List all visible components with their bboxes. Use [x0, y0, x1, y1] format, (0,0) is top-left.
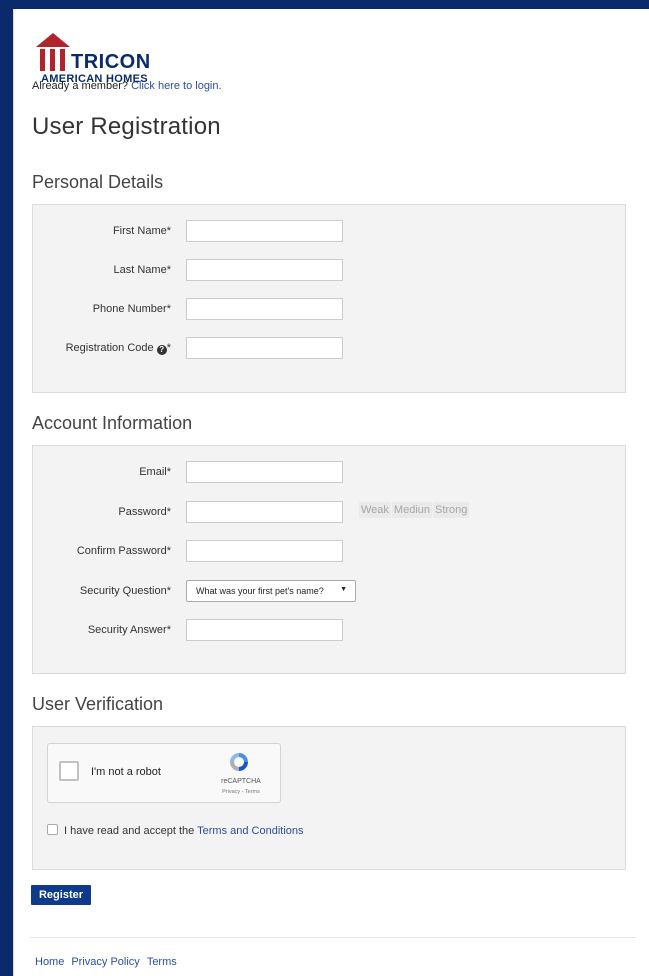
registration-code-input[interactable]: [186, 337, 343, 359]
recaptcha-checkbox[interactable]: [59, 761, 79, 781]
footer-terms-link[interactable]: Terms: [147, 956, 177, 968]
user-verification-panel: I'm not a robot reCAPTCHA Privacy - Term…: [32, 726, 626, 870]
first-name-label: First Name*: [112, 225, 171, 237]
registration-code-text: Registration Code: [65, 342, 154, 354]
phone-row: Phone Number*: [33, 298, 625, 322]
footer-divider: [30, 937, 636, 938]
phone-label: Phone Number*: [92, 303, 171, 315]
email-row: Email*: [33, 461, 625, 485]
last-name-row: Last Name*: [33, 259, 625, 283]
security-answer-input[interactable]: [186, 619, 343, 641]
login-prompt: Already a member? Click here to login.: [32, 80, 222, 92]
security-answer-row: Security Answer*: [33, 619, 625, 643]
caret-down-icon: ▼: [340, 586, 347, 593]
strength-medium: Mediun: [391, 502, 432, 518]
required-mark: *: [166, 342, 171, 354]
footer-home-link[interactable]: Home: [35, 956, 64, 968]
email-label: Email*: [139, 466, 171, 478]
brand-name: TRICON: [71, 51, 151, 73]
account-information-panel: Email* Password* Weak Mediun Strong Confir…: [32, 445, 626, 674]
help-icon[interactable]: ?: [156, 345, 167, 355]
security-answer-label: Security Answer*: [87, 624, 171, 636]
terms-row: I have read and accept the Terms and Con…: [47, 824, 304, 837]
recaptcha-widget: I'm not a robot reCAPTCHA Privacy - Term…: [47, 743, 281, 803]
password-label: Password*: [118, 506, 171, 518]
terms-link[interactable]: Terms and Conditions: [197, 825, 303, 837]
email-input[interactable]: [186, 461, 343, 483]
top-bar: [0, 0, 649, 6]
confirm-password-row: Confirm Password*: [33, 540, 625, 564]
first-name-row: First Name*: [33, 220, 625, 244]
security-question-row: Security Question* What was your first p…: [33, 580, 625, 604]
user-verification-heading: User Verification: [32, 694, 164, 714]
registration-page: TRICON AMERICAN HOMES Already a member? …: [13, 9, 649, 976]
password-strength-meter: Weak Mediun Strong: [359, 502, 470, 518]
confirm-password-label: Confirm Password*: [76, 545, 171, 557]
security-question-select[interactable]: What was your first pet's name? ▼: [186, 580, 356, 602]
phone-input[interactable]: [186, 298, 343, 320]
first-name-input[interactable]: [186, 220, 343, 242]
security-question-label: Security Question*: [79, 585, 171, 597]
recaptcha-icon: [230, 753, 248, 771]
login-link[interactable]: Click here to login.: [131, 80, 222, 92]
confirm-password-input[interactable]: [186, 540, 343, 562]
recaptcha-brand: reCAPTCHA: [221, 778, 261, 785]
last-name-input[interactable]: [186, 259, 343, 281]
password-row: Password* Weak Mediun Strong: [33, 501, 625, 525]
registration-code-row: Registration Code ? *: [33, 337, 625, 361]
footer-links: Home Privacy Policy Terms: [35, 956, 184, 968]
personal-details-heading: Personal Details: [32, 172, 164, 192]
terms-prefix: I have read and accept the: [64, 825, 195, 837]
strength-weak: Weak: [359, 502, 391, 518]
register-button[interactable]: Register: [31, 885, 91, 905]
security-question-value: What was your first pet's name?: [196, 586, 324, 596]
registration-code-label: Registration Code ? *: [66, 342, 171, 355]
personal-details-panel: First Name* Last Name* Phone Number* Reg…: [32, 204, 626, 393]
password-input[interactable]: [186, 501, 343, 523]
left-bar: [0, 0, 6, 976]
account-information-heading: Account Information: [32, 413, 193, 433]
login-prefix: Already a member?: [32, 80, 128, 92]
recaptcha-label: I'm not a robot: [91, 766, 161, 778]
terms-checkbox[interactable]: [47, 824, 58, 835]
footer-privacy-link[interactable]: Privacy Policy: [71, 956, 139, 968]
last-name-label: Last Name*: [113, 264, 171, 276]
page-title: User Registration: [32, 113, 221, 140]
recaptcha-links[interactable]: Privacy - Terms: [218, 789, 264, 795]
strength-strong: Strong: [433, 502, 470, 518]
